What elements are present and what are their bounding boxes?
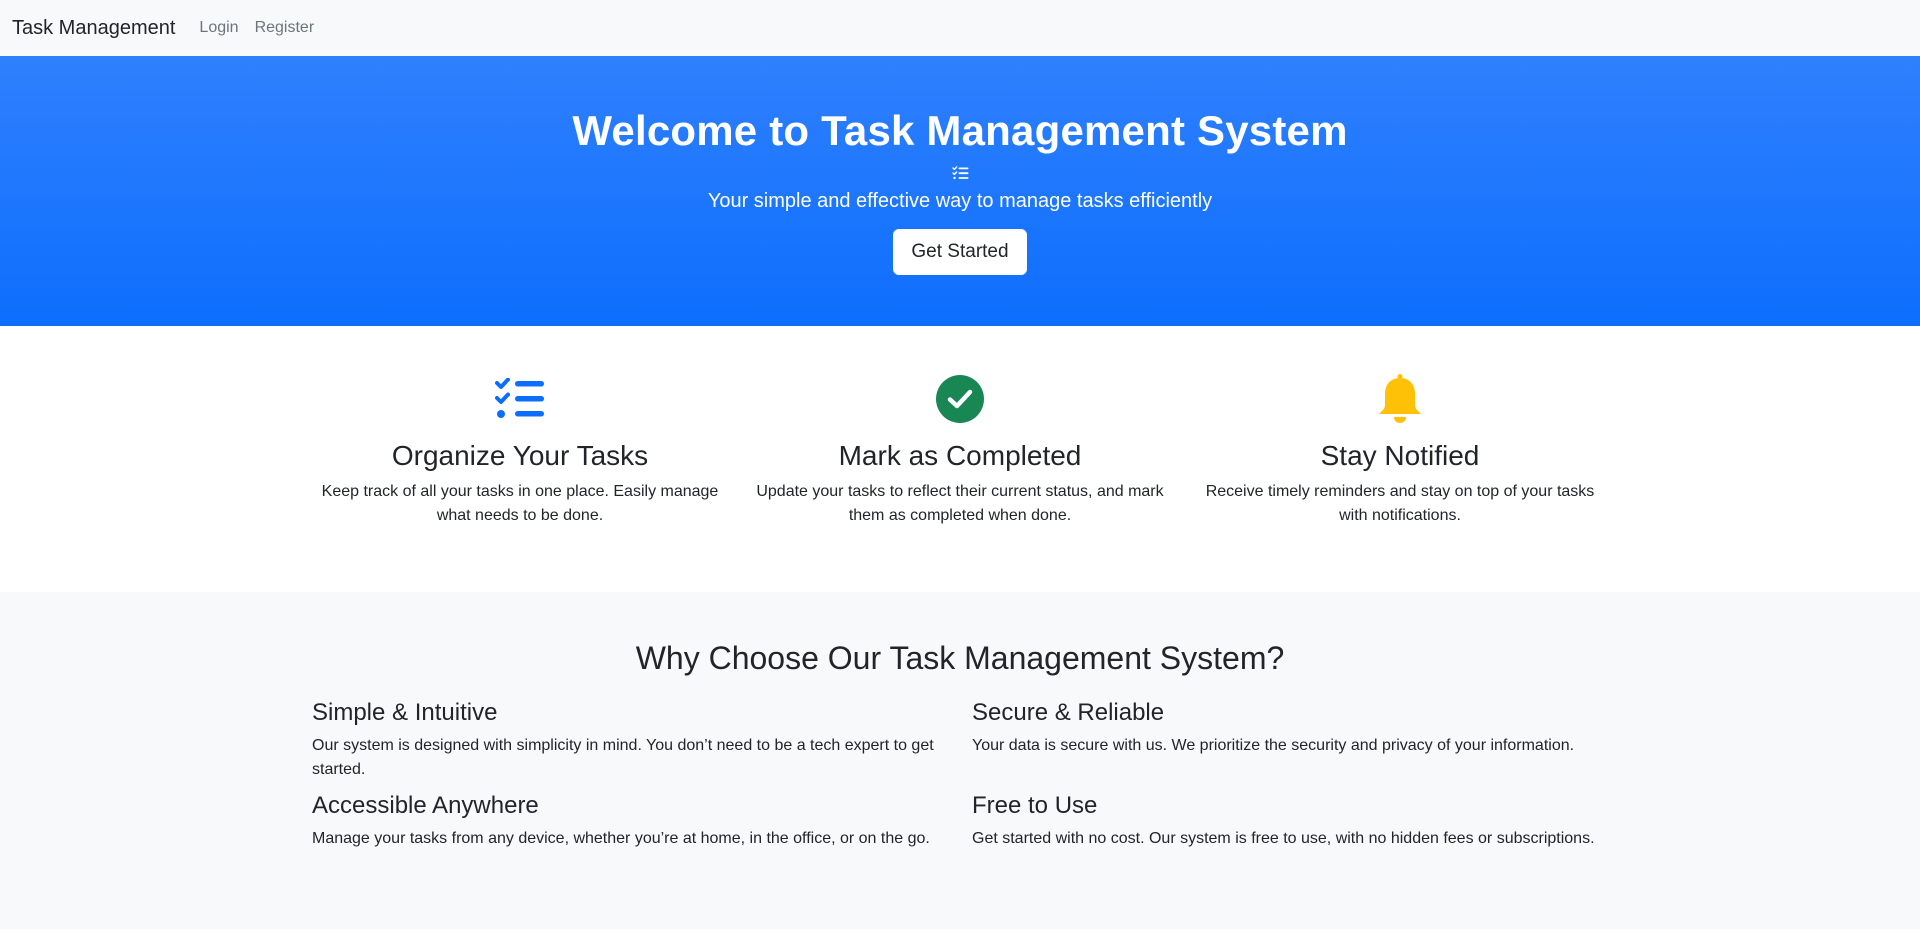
- feature-notified: Stay Notified Receive timely reminders a…: [1180, 374, 1620, 592]
- nav-link-login[interactable]: Login: [199, 19, 238, 37]
- why-item-accessible: Accessible Anywhere Manage your tasks fr…: [312, 792, 948, 851]
- hero-section: Welcome to Task Management System Your s…: [0, 56, 1920, 326]
- why-item-text: Manage your tasks from any device, wheth…: [312, 829, 930, 847]
- bell-icon: [1378, 374, 1422, 424]
- feature-title: Organize Your Tasks: [391, 440, 649, 471]
- feature-text: Update your tasks to reflect their curre…: [756, 483, 1164, 524]
- why-item-title: Simple & Intuitive: [312, 699, 498, 726]
- feature-organize: Organize Your Tasks Keep track of all yo…: [300, 374, 740, 592]
- nav-link-register[interactable]: Register: [255, 19, 315, 37]
- feature-text: Keep track of all your tasks in one plac…: [321, 483, 719, 524]
- navbar-brand[interactable]: Task Management: [12, 17, 175, 40]
- why-item-title: Free to Use: [972, 791, 1098, 819]
- get-started-button[interactable]: Get Started: [893, 229, 1027, 276]
- navbar: Task Management Login Register: [0, 0, 1920, 56]
- hero-title: Welcome to Task Management System: [572, 107, 1348, 154]
- list-check-icon: [951, 164, 969, 182]
- why-item-simple: Simple & Intuitive Our system is designe…: [312, 699, 948, 782]
- feature-text: Receive timely reminders and stay on top…: [1205, 483, 1595, 524]
- why-item-title: Accessible Anywhere: [312, 791, 539, 819]
- hero-subtitle: Your simple and effective way to manage …: [707, 190, 1213, 213]
- why-item-text: Our system is designed with simplicity i…: [312, 736, 934, 778]
- why-item-text: Your data is secure with us. We prioriti…: [972, 736, 1575, 754]
- why-section: Why Choose Our Task Management System? S…: [0, 592, 1920, 929]
- features-section: Organize Your Tasks Keep track of all yo…: [0, 326, 1920, 592]
- feature-title: Stay Notified: [1320, 440, 1480, 471]
- feature-completed: Mark as Completed Update your tasks to r…: [740, 374, 1180, 592]
- feature-title: Mark as Completed: [838, 440, 1082, 471]
- why-grid: Simple & Intuitive Our system is designe…: [300, 699, 1620, 851]
- why-item-secure: Secure & Reliable Your data is secure wi…: [972, 699, 1608, 782]
- check-circle-icon: [936, 374, 984, 424]
- why-item-free: Free to Use Get started with no cost. Ou…: [972, 792, 1608, 851]
- why-item-title: Secure & Reliable: [972, 699, 1165, 726]
- why-title: Why Choose Our Task Management System?: [635, 640, 1285, 676]
- list-check-icon: [495, 374, 545, 424]
- why-item-text: Get started with no cost. Our system is …: [972, 829, 1595, 847]
